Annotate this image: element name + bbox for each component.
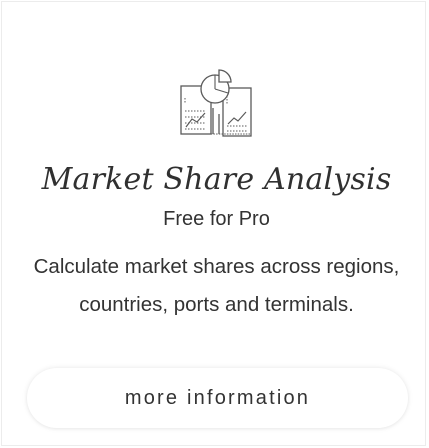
description-line: Calculate market shares across regions, (33, 255, 400, 278)
market-share-chart-icon (175, 64, 257, 140)
card-description: Calculate market shares across regions, … (2, 248, 429, 324)
description-line: countries, ports and terminals. (79, 293, 354, 316)
product-card: Market Share Analysis Free for Pro Calcu… (1, 1, 426, 446)
pricing-label: Free for Pro (163, 208, 270, 230)
card-title: Market Share Analysis (41, 162, 392, 197)
more-information-button[interactable]: more information (27, 368, 408, 428)
